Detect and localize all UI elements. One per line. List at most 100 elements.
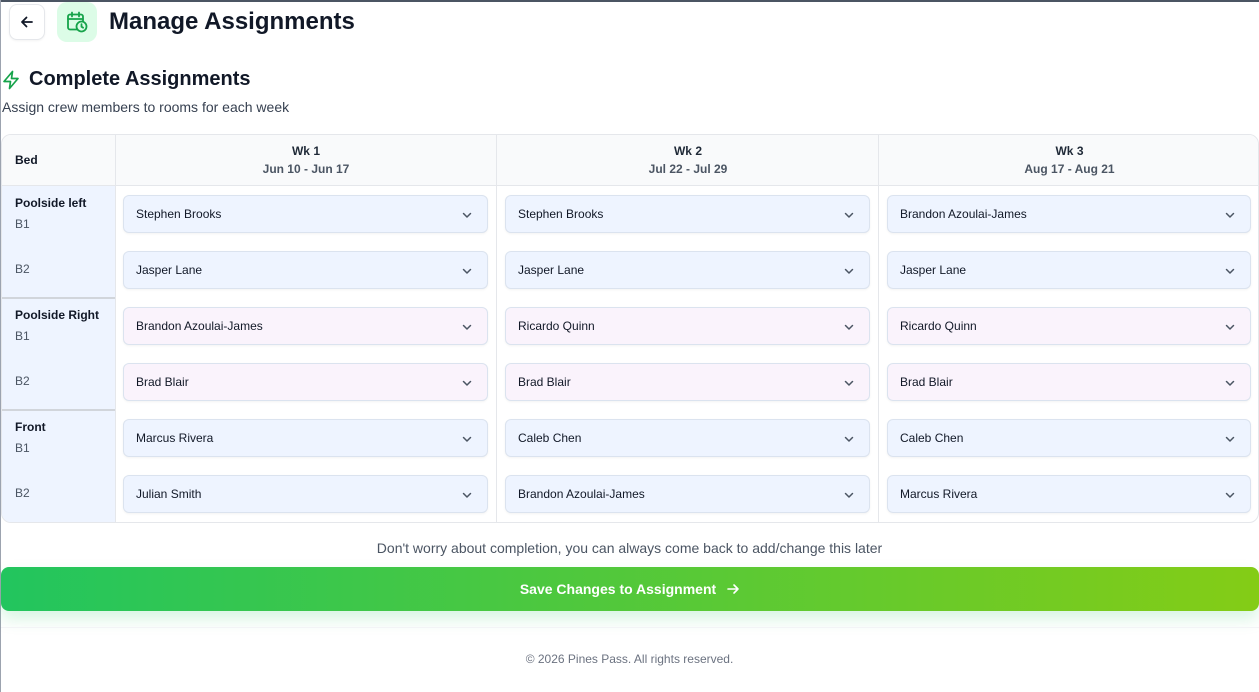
room-name: Poolside Right [15,308,99,322]
crew-select-value: Caleb Chen [518,431,582,445]
crew-select-value: Stephen Brooks [518,207,604,221]
crew-select[interactable]: Brandon Azoulai-James [505,475,870,513]
chevron-down-icon [1225,436,1235,442]
chevron-down-icon [1225,268,1235,274]
section-title: Complete Assignments [29,68,251,90]
section-subtitle: Assign crew members to rooms for each we… [2,99,290,115]
room-name: Front [15,420,46,434]
crew-select[interactable]: Marcus Rivera [887,475,1251,513]
crew-select-value: Brad Blair [136,375,189,389]
crew-select[interactable]: Stephen Brooks [505,195,870,233]
calendar-clock-icon [67,11,88,33]
crew-select[interactable]: Jasper Lane [887,251,1251,289]
week-label: Wk 2 [673,144,702,158]
chevron-down-icon [1225,324,1235,330]
chevron-down-icon [1225,492,1235,498]
chevron-down-icon [462,324,472,330]
column-divider [115,135,116,522]
week-header: Wk 1 Jun 10 - Jun 17 [115,143,497,179]
crew-select-value: Marcus Rivera [900,487,978,501]
crew-select-value: Ricardo Quinn [900,319,977,333]
week-header: Wk 3 Aug 17 - Aug 21 [879,143,1258,179]
page-title: Manage Assignments [109,8,355,35]
bed-code: B1 [15,329,30,343]
arrow-left-icon [21,16,33,28]
arrow-right-icon [727,584,739,594]
crew-select-value: Jasper Lane [518,263,585,277]
chevron-down-icon [844,212,854,218]
completion-note: Don't worry about completion, you can al… [376,540,883,556]
chevron-down-icon [844,324,854,330]
lightning-icon [3,70,19,89]
footer-divider [1,627,1259,628]
crew-select[interactable]: Julian Smith [123,475,488,513]
room-separator [2,297,115,299]
crew-select-value: Jasper Lane [136,263,203,277]
room-separator [2,409,115,411]
crew-select-value: Brad Blair [900,375,953,389]
week-label: Wk 3 [1055,144,1084,158]
crew-select-value: Julian Smith [136,487,202,501]
week-dates: Jul 22 - Jul 29 [648,162,728,176]
bed-code: B2 [15,262,30,276]
crew-select[interactable]: Caleb Chen [887,419,1251,457]
crew-select[interactable]: Brandon Azoulai-James [123,307,488,345]
bed-code: B1 [15,217,30,231]
week-dates: Aug 17 - Aug 21 [1024,162,1115,176]
crew-select[interactable]: Jasper Lane [123,251,488,289]
bed-code: B2 [15,486,30,500]
grid-header: Bed Wk 1 Jun 10 - Jun 17 Wk 2 Jul 22 - J… [2,135,1258,186]
crew-select[interactable]: Jasper Lane [505,251,870,289]
crew-select[interactable]: Caleb Chen [505,419,870,457]
crew-select[interactable]: Brad Blair [123,363,488,401]
section-header: Complete Assignments [2,68,251,91]
footer-copyright: © 2026 Pines Pass. All rights reserved. [525,652,734,666]
crew-select[interactable]: Brad Blair [887,363,1251,401]
crew-select[interactable]: Brandon Azoulai-James [887,195,1251,233]
top-border [0,0,1259,2]
room-band: Poolside left B1 Stephen Brooks Stephen Bro… [2,186,1258,298]
chevron-down-icon [462,380,472,386]
chevron-down-icon [844,380,854,386]
crew-select-value: Ricardo Quinn [518,319,595,333]
column-divider [878,135,879,522]
week-label: Wk 1 [291,144,320,158]
save-button-label: Save Changes to Assignment [519,581,717,597]
crew-select[interactable]: Brad Blair [505,363,870,401]
bed-column-header: Bed [15,153,38,167]
crew-select[interactable]: Ricardo Quinn [505,307,870,345]
chevron-down-icon [844,268,854,274]
crew-select[interactable]: Ricardo Quinn [887,307,1251,345]
save-changes-button[interactable]: Save Changes to Assignment [1,567,1259,611]
chevron-down-icon [462,492,472,498]
crew-select-value: Marcus Rivera [136,431,214,445]
week-dates: Jun 10 - Jun 17 [262,162,350,176]
room-band: Front B1 Marcus Rivera Caleb Chen Caleb Chen… [2,409,1258,522]
crew-select-value: Stephen Brooks [136,207,222,221]
crew-select-value: Caleb Chen [900,431,964,445]
crew-select-value: Brad Blair [518,375,571,389]
chevron-down-icon [462,212,472,218]
chevron-down-icon [462,268,472,274]
chevron-down-icon [844,492,854,498]
chevron-down-icon [1225,380,1235,386]
back-button[interactable] [9,4,45,40]
bed-code: B1 [15,441,30,455]
page-header: Manage Assignments [9,2,355,42]
column-divider [496,135,497,522]
crew-select-value: Brandon Azoulai-James [900,207,1027,221]
crew-select[interactable]: Stephen Brooks [123,195,488,233]
app-icon-badge [57,2,97,42]
chevron-down-icon [462,436,472,442]
bed-code: B2 [15,374,30,388]
crew-select-value: Brandon Azoulai-James [518,487,645,501]
crew-select-value: Brandon Azoulai-James [136,319,263,333]
chevron-down-icon [1225,212,1235,218]
room-band: Poolside Right B1 Brandon Azoulai-James Ric… [2,297,1258,410]
crew-select-value: Jasper Lane [900,263,967,277]
assignment-grid: Bed Wk 1 Jun 10 - Jun 17 Wk 2 Jul 22 - J… [1,134,1259,523]
week-header: Wk 2 Jul 22 - Jul 29 [497,143,879,179]
chevron-down-icon [844,436,854,442]
crew-select[interactable]: Marcus Rivera [123,419,488,457]
room-name: Poolside left [15,196,87,210]
